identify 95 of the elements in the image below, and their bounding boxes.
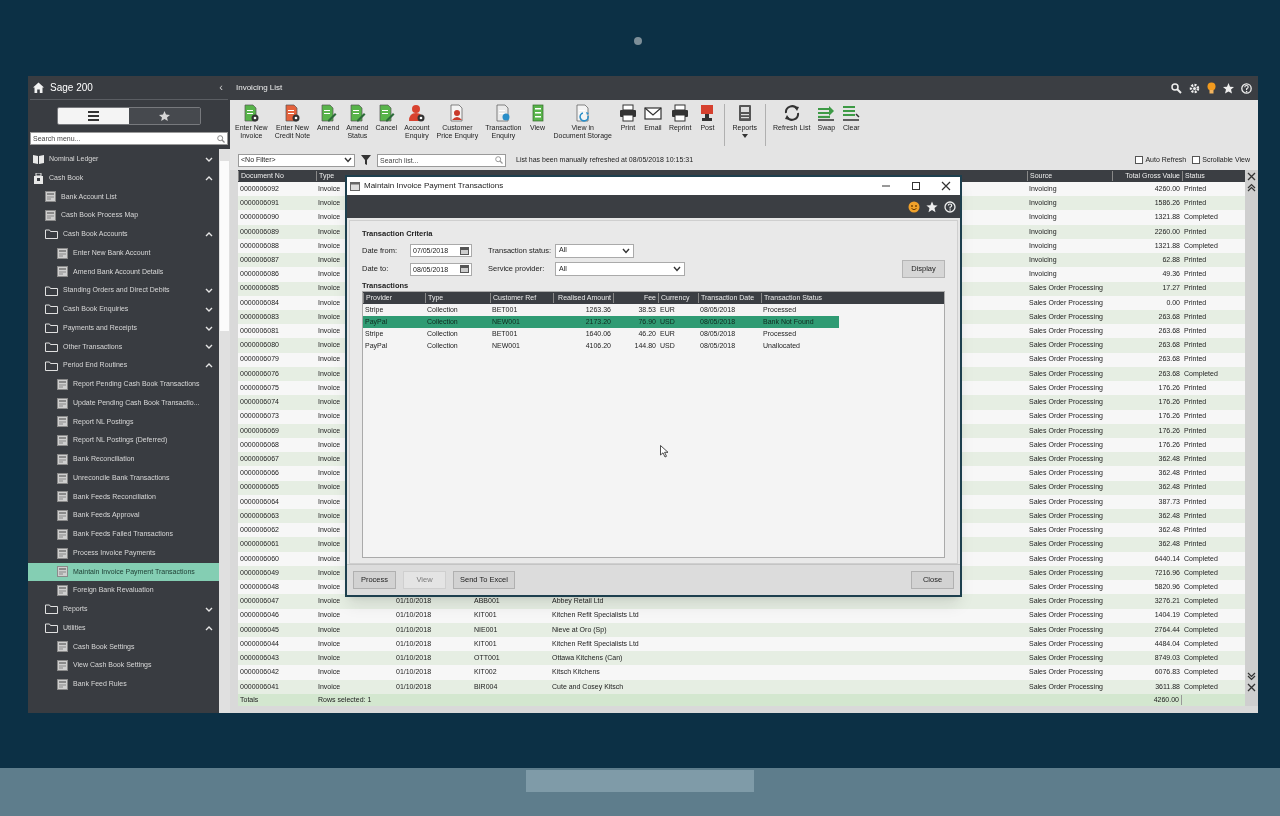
close-icon[interactable]: [1247, 683, 1256, 692]
form-icon: [57, 472, 68, 484]
chevron-down-icon[interactable]: [205, 605, 213, 613]
scroll-bottom-icon[interactable]: [1247, 672, 1256, 681]
app-title: Sage 200: [50, 81, 93, 95]
camera-dot: [634, 36, 642, 45]
view-tab[interactable]: [58, 108, 129, 124]
printer-icon: [671, 104, 690, 122]
lightbulb-icon[interactable]: [1207, 82, 1216, 94]
form-icon: [57, 566, 68, 578]
chevron-up-icon[interactable]: [205, 174, 213, 182]
help-icon[interactable]: [1241, 82, 1252, 94]
form-icon: [57, 397, 68, 409]
folder-icon: [45, 341, 58, 352]
form-icon: [57, 453, 68, 465]
maximize-button[interactable]: [911, 181, 921, 191]
scrollbar[interactable]: [219, 149, 230, 713]
form-icon: [45, 191, 56, 203]
scroll-thumb[interactable]: [220, 161, 229, 331]
list-icon: [88, 111, 99, 121]
star-icon[interactable]: [1223, 82, 1234, 94]
form-icon: [57, 510, 68, 522]
form-icon: [57, 528, 68, 540]
document-icon: [573, 104, 592, 122]
form-icon: [57, 266, 68, 278]
document-icon: [319, 104, 338, 122]
document-icon: [242, 104, 261, 122]
form-icon: [57, 247, 68, 259]
close-icon: [941, 181, 951, 191]
caret-icon: [741, 134, 748, 138]
calendar-icon[interactable]: [460, 265, 469, 273]
checkbox[interactable]: [1135, 156, 1144, 164]
folder-icon: [45, 323, 58, 334]
view-toggle[interactable]: [57, 107, 201, 125]
chevron-down-icon[interactable]: [205, 324, 213, 332]
document-icon: [283, 104, 302, 122]
form-icon: [57, 641, 68, 653]
form-icon: [57, 491, 68, 503]
smiley-icon[interactable]: [908, 200, 920, 213]
folder-icon: [45, 285, 58, 296]
form-icon: [45, 210, 56, 222]
cursor-icon: [660, 445, 669, 458]
search-icon: [217, 134, 225, 143]
help-icon[interactable]: [944, 200, 956, 213]
chevron-down-icon: [344, 157, 352, 163]
calendar-icon[interactable]: [460, 246, 469, 255]
search-icon: [495, 156, 503, 164]
form-icon: [57, 547, 68, 559]
document-icon: [348, 104, 367, 122]
document-icon: [377, 104, 396, 122]
chevron-up-icon[interactable]: [205, 230, 213, 238]
settings-icon[interactable]: [1189, 82, 1200, 94]
folder-icon: [45, 360, 58, 371]
maximize-icon: [911, 181, 921, 191]
star-icon: [159, 111, 170, 121]
person-icon: [407, 104, 426, 122]
collapse-button[interactable]: ‹: [217, 79, 225, 96]
chevron-up-icon[interactable]: [205, 624, 213, 632]
folder-icon: [45, 604, 58, 615]
form-icon: [57, 585, 68, 597]
folder-icon: [45, 304, 58, 315]
window-title: Invoicing List: [236, 82, 283, 94]
close-button[interactable]: [941, 181, 951, 191]
form-icon: [57, 435, 68, 447]
star-icon[interactable]: [926, 200, 938, 213]
chevron-down-icon: [622, 247, 630, 254]
clear-icon: [842, 104, 861, 122]
view-tab[interactable]: [129, 108, 200, 124]
folder-icon: [45, 229, 58, 240]
window-icon: [350, 181, 360, 191]
book-icon: [33, 154, 44, 165]
filter-icon[interactable]: [361, 155, 371, 165]
chevron-down-icon[interactable]: [205, 155, 213, 163]
swap-icon: [817, 104, 836, 122]
scroll-top-icon[interactable]: [1247, 183, 1256, 192]
printer-icon: [618, 104, 637, 122]
search-icon[interactable]: [1171, 82, 1182, 94]
close-icon[interactable]: [1247, 172, 1256, 181]
form-icon: [57, 416, 68, 428]
chevron-up-icon[interactable]: [205, 362, 213, 370]
chevron-down-icon[interactable]: [205, 305, 213, 313]
cash-box-icon: [33, 172, 44, 184]
form-icon: [57, 378, 68, 390]
form-icon: [57, 660, 68, 672]
home-icon[interactable]: [33, 82, 44, 93]
folder-icon: [45, 623, 58, 634]
refresh-icon: [782, 104, 801, 122]
dialog-title: Maintain Invoice Payment Transactions: [364, 180, 504, 192]
form-icon: [57, 678, 68, 690]
checkbox[interactable]: [1192, 156, 1201, 164]
chevron-down-icon[interactable]: [205, 343, 213, 351]
envelope-icon: [643, 104, 662, 122]
chevron-down-icon[interactable]: [205, 287, 213, 295]
scrollbar[interactable]: [1245, 170, 1258, 706]
chevron-down-icon: [673, 266, 681, 272]
